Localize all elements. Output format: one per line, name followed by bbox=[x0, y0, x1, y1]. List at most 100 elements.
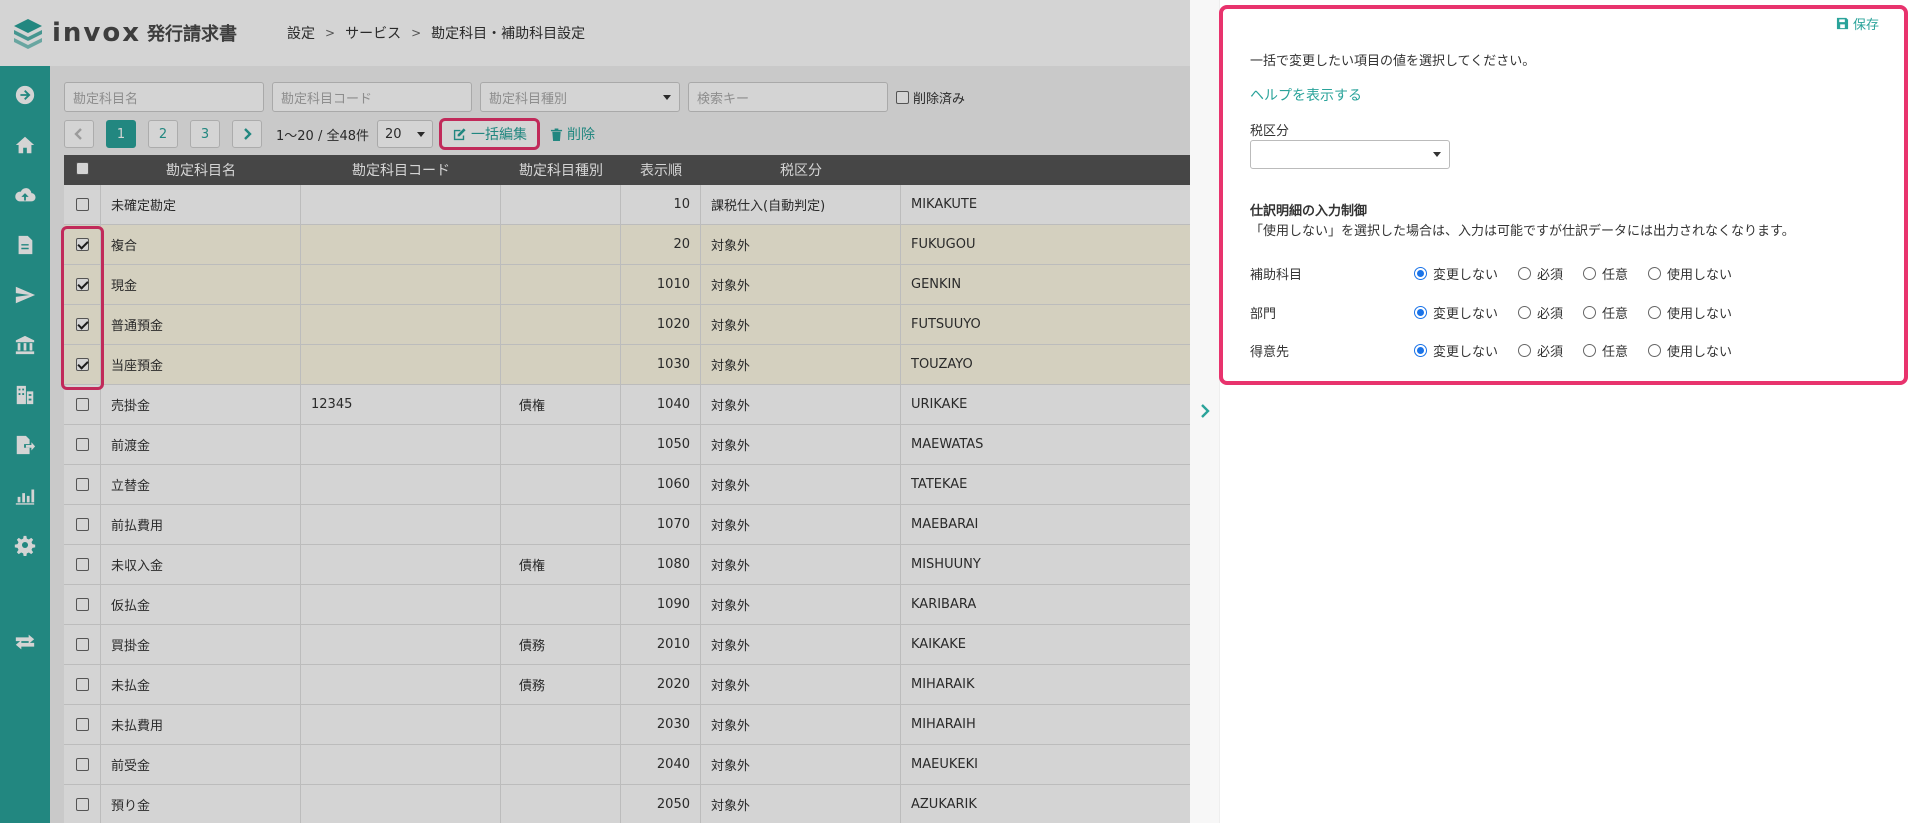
row-checkbox[interactable] bbox=[75, 598, 89, 611]
table-row[interactable]: 未払金 債務 2020 対象外 MIHARAIK bbox=[64, 665, 1190, 705]
table-row[interactable]: 現金 1010 対象外 GENKIN bbox=[64, 265, 1190, 305]
bulk-edit-button[interactable]: 一括編集 bbox=[439, 118, 540, 150]
deleted-checkbox[interactable] bbox=[896, 90, 909, 104]
chart-icon[interactable] bbox=[13, 483, 37, 507]
radio-button[interactable] bbox=[1583, 266, 1597, 280]
account-type-cell bbox=[501, 265, 621, 304]
radio-button[interactable] bbox=[1518, 343, 1532, 357]
radio-option[interactable]: 使用しない bbox=[1648, 264, 1732, 283]
table-row[interactable]: 前払費用 1070 対象外 MAEBARAI bbox=[64, 505, 1190, 545]
radio-option[interactable]: 必須 bbox=[1518, 264, 1563, 283]
table-row[interactable]: 複合 20 対象外 FUKUGOU bbox=[64, 225, 1190, 265]
col-header-code[interactable]: 勘定科目コード bbox=[301, 160, 501, 180]
table-row[interactable]: 預り金 2050 対象外 AZUKARIK bbox=[64, 785, 1190, 823]
row-checkbox[interactable] bbox=[75, 478, 89, 491]
breadcrumb-settings[interactable]: 設定 bbox=[287, 23, 315, 43]
radio-button[interactable] bbox=[1518, 266, 1532, 280]
breadcrumb-service[interactable]: サービス bbox=[345, 23, 401, 43]
radio-button[interactable] bbox=[1414, 343, 1427, 357]
panel-collapse-toggle[interactable] bbox=[1190, 0, 1220, 823]
row-checkbox[interactable] bbox=[75, 718, 89, 731]
radio-option[interactable]: 変更しない bbox=[1414, 341, 1498, 360]
arrow-right-circle-icon[interactable] bbox=[13, 83, 37, 107]
radio-option[interactable]: 使用しない bbox=[1648, 341, 1732, 360]
table-row[interactable]: 買掛金 債務 2010 対象外 KAIKAKE bbox=[64, 625, 1190, 665]
table-row[interactable]: 前受金 2040 対象外 MAEUKEKI bbox=[64, 745, 1190, 785]
radio-option[interactable]: 変更しない bbox=[1414, 264, 1498, 283]
radio-option[interactable]: 任意 bbox=[1583, 303, 1628, 322]
document-icon[interactable] bbox=[13, 233, 37, 257]
account-name-cell: 未払金 bbox=[101, 665, 301, 704]
file-export-icon[interactable] bbox=[13, 433, 37, 457]
send-icon[interactable] bbox=[13, 283, 37, 307]
radio-label: 必須 bbox=[1537, 344, 1564, 360]
search-key-filter[interactable]: 検索キー bbox=[688, 82, 888, 112]
radio-option[interactable]: 任意 bbox=[1583, 341, 1628, 360]
prev-page-button[interactable] bbox=[64, 120, 94, 148]
page-button-3[interactable]: 3 bbox=[190, 120, 220, 148]
account-code-cell bbox=[301, 545, 501, 584]
radio-option[interactable]: 使用しない bbox=[1648, 303, 1732, 322]
row-checkbox[interactable] bbox=[75, 398, 89, 411]
table-row[interactable]: 立替金 1060 対象外 TATEKAE bbox=[64, 465, 1190, 505]
row-checkbox[interactable] bbox=[75, 518, 89, 531]
radio-option[interactable]: 必須 bbox=[1518, 303, 1563, 322]
col-header-type[interactable]: 勘定科目種別 bbox=[501, 160, 621, 180]
col-header-order[interactable]: 表示順 bbox=[621, 160, 701, 180]
page-button-1[interactable]: 1 bbox=[106, 120, 136, 148]
row-checkbox[interactable] bbox=[75, 798, 89, 811]
row-checkbox[interactable] bbox=[75, 558, 89, 571]
radio-option[interactable]: 必須 bbox=[1518, 341, 1563, 360]
radio-button[interactable] bbox=[1648, 266, 1662, 280]
table-row[interactable]: 前渡金 1050 対象外 MAEWATAS bbox=[64, 425, 1190, 465]
table-row[interactable]: 普通預金 1020 対象外 FUTSUUYO bbox=[64, 305, 1190, 345]
radio-button[interactable] bbox=[1414, 305, 1427, 319]
tax-category-cell: 対象外 bbox=[701, 625, 901, 664]
radio-button[interactable] bbox=[1583, 343, 1597, 357]
per-page-select[interactable]: 20 bbox=[377, 120, 433, 148]
cloud-upload-icon[interactable] bbox=[13, 183, 37, 207]
radio-button[interactable] bbox=[1583, 305, 1597, 319]
radio-option[interactable]: 変更しない bbox=[1414, 303, 1498, 322]
radio-button[interactable] bbox=[1648, 343, 1662, 357]
table-row[interactable]: 仮払金 1090 対象外 KARIBARA bbox=[64, 585, 1190, 625]
building-icon[interactable] bbox=[13, 383, 37, 407]
col-header-name[interactable]: 勘定科目名 bbox=[101, 160, 301, 180]
tax-category-cell: 対象外 bbox=[701, 425, 901, 464]
table-row[interactable]: 売掛金 12345 債権 1040 対象外 URIKAKE bbox=[64, 385, 1190, 425]
col-header-tax[interactable]: 税区分 bbox=[701, 160, 901, 180]
save-button[interactable]: 保存 bbox=[1836, 14, 1879, 33]
next-page-button[interactable] bbox=[232, 120, 262, 148]
logo[interactable]: invox 発行請求書 bbox=[0, 0, 237, 66]
account-type-select[interactable]: 勘定科目種別 bbox=[480, 82, 680, 112]
home-icon[interactable] bbox=[13, 133, 37, 157]
row-checkbox[interactable] bbox=[75, 198, 89, 211]
row-checkbox[interactable] bbox=[75, 438, 89, 451]
table-row[interactable]: 当座預金 1030 対象外 TOUZAYO bbox=[64, 345, 1190, 385]
page-button-2[interactable]: 2 bbox=[148, 120, 178, 148]
bank-icon[interactable] bbox=[13, 333, 37, 357]
deleted-filter[interactable]: 削除済み bbox=[896, 88, 965, 107]
account-type-cell bbox=[501, 465, 621, 504]
account-code-cell bbox=[301, 705, 501, 744]
search-key-cell: TOUZAYO bbox=[911, 357, 973, 372]
transfer-icon[interactable] bbox=[13, 630, 37, 654]
radio-button[interactable] bbox=[1414, 266, 1427, 280]
tax-category-select[interactable] bbox=[1250, 140, 1450, 169]
row-checkbox[interactable] bbox=[75, 758, 89, 771]
gear-icon[interactable] bbox=[13, 533, 37, 557]
radio-button[interactable] bbox=[1518, 305, 1532, 319]
help-link[interactable]: ヘルプを表示する bbox=[1250, 85, 1362, 105]
table-row[interactable]: 未確定勘定 10 課税仕入(自動判定) MIKAKUTE bbox=[64, 185, 1190, 225]
row-checkbox[interactable] bbox=[75, 638, 89, 651]
table-header: 勘定科目名 勘定科目コード 勘定科目種別 表示順 税区分 bbox=[64, 155, 1190, 185]
account-name-filter[interactable]: 勘定科目名 bbox=[64, 82, 264, 112]
select-all-checkbox[interactable] bbox=[76, 161, 89, 175]
radio-option[interactable]: 任意 bbox=[1583, 264, 1628, 283]
account-code-filter[interactable]: 勘定科目コード bbox=[272, 82, 472, 112]
radio-button[interactable] bbox=[1648, 305, 1662, 319]
table-row[interactable]: 未払費用 2030 対象外 MIHARAIH bbox=[64, 705, 1190, 745]
table-row[interactable]: 未収入金 債権 1080 対象外 MISHUUNY bbox=[64, 545, 1190, 585]
delete-button[interactable]: 削除 bbox=[550, 124, 595, 144]
row-checkbox[interactable] bbox=[75, 678, 89, 691]
